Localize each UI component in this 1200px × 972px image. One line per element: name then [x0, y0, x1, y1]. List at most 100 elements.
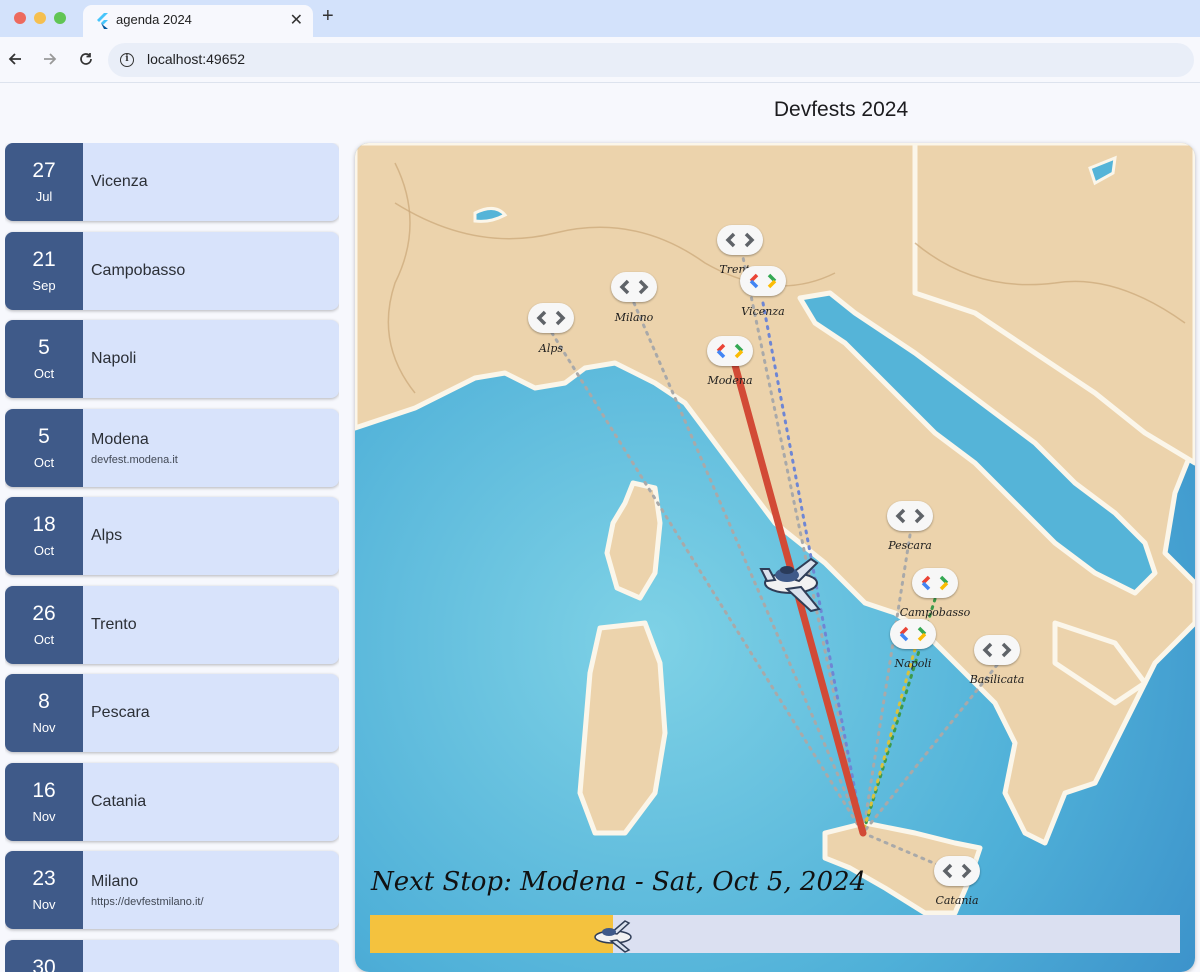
event-city: Napoli — [91, 350, 137, 367]
date-box: 30 — [5, 939, 83, 972]
event-city: Alps — [91, 527, 123, 544]
next-stop-caption: Next Stop: Modena - Sat, Oct 5, 2024 — [371, 867, 867, 897]
event-day: 26 — [32, 601, 56, 625]
browser-tab[interactable]: agenda 2024 ✕ — [83, 5, 313, 37]
event-card-milano[interactable]: 23 Nov Milano https://devfestmilano.it/ — [5, 851, 339, 929]
minimize-window-button[interactable] — [34, 12, 46, 24]
date-box: 5 Oct — [5, 408, 83, 487]
event-day: 21 — [32, 247, 56, 271]
browser-toolbar: i localhost:49652 — [0, 37, 1200, 83]
date-box: 26 Oct — [5, 585, 83, 664]
event-city: Trento — [91, 615, 137, 633]
event-city: Catania — [91, 792, 147, 810]
date-box: 27 Jul — [5, 143, 83, 221]
date-box: 18 Oct — [5, 497, 83, 575]
airplane-icon — [594, 920, 632, 953]
date-box: 21 Sep — [5, 231, 83, 310]
flutter-icon — [97, 13, 108, 29]
city-label-vicenza: Vicenza — [741, 305, 785, 318]
google-developers-icon — [716, 343, 744, 359]
city-label-pescara: Pescara — [888, 539, 932, 552]
reload-icon[interactable] — [75, 48, 97, 70]
site-info-icon[interactable]: i — [120, 53, 134, 67]
code-gray-icon — [895, 508, 925, 524]
trip-progress-bar — [370, 915, 1180, 953]
city-label-napoli: Napoli — [894, 657, 932, 670]
event-card-pescara[interactable]: 8 Nov Pescara — [5, 674, 339, 752]
event-city: Modena — [91, 430, 149, 448]
event-day: 5 — [38, 424, 50, 448]
event-month: Oct — [33, 366, 55, 381]
google-developers-icon — [899, 626, 927, 642]
event-month: Nov — [32, 897, 56, 912]
city-marker-vicenza[interactable] — [740, 266, 786, 296]
city-marker-milano[interactable] — [611, 272, 657, 302]
event-card-vicenza[interactable]: 27 Jul Vicenza — [5, 143, 339, 221]
code-gray-icon — [942, 863, 972, 879]
event-month: Oct — [33, 454, 55, 470]
city-marker-campobasso[interactable] — [912, 568, 958, 598]
city-marker-modena[interactable] — [707, 336, 753, 366]
event-card-trento[interactable]: 26 Oct Trento — [5, 585, 339, 664]
date-box: 23 Nov — [5, 851, 83, 929]
event-list[interactable]: 27 Jul Vicenza 21 Sep Campobasso 5 Oct N… — [5, 143, 339, 972]
city-label-milano: Milano — [614, 311, 654, 324]
page-title: Devfests 2024 — [773, 98, 909, 121]
city-marker-catania[interactable] — [934, 856, 980, 886]
city-marker-alps[interactable] — [528, 303, 574, 333]
event-day: 27 — [32, 159, 56, 182]
code-gray-icon — [619, 279, 649, 295]
city-label-campobasso: Campobasso — [899, 606, 971, 619]
event-month: Nov — [32, 720, 56, 735]
event-city: Campobasso — [91, 261, 186, 279]
event-day: 16 — [32, 778, 56, 802]
event-card-catania[interactable]: 16 Nov Catania — [5, 762, 339, 841]
event-month: Sep — [32, 277, 56, 293]
event-month: Oct — [33, 631, 55, 647]
event-card-napoli[interactable]: 5 Oct Napoli — [5, 320, 339, 398]
date-box: 5 Oct — [5, 320, 83, 398]
back-arrow-icon[interactable] — [4, 48, 26, 70]
city-marker-napoli[interactable] — [890, 619, 936, 649]
city-label-catania: Catania — [935, 894, 979, 907]
event-card-campobasso[interactable]: 21 Sep Campobasso — [5, 231, 339, 310]
code-gray-icon — [725, 232, 755, 248]
event-city: Vicenza — [91, 173, 148, 190]
event-day: 30 — [32, 955, 56, 972]
event-city: Pescara — [91, 704, 150, 721]
date-box: 16 Nov — [5, 762, 83, 841]
event-day: 5 — [38, 336, 50, 359]
google-developers-icon — [749, 273, 777, 289]
event-month: Nov — [32, 808, 56, 824]
date-box: 8 Nov — [5, 674, 83, 752]
event-card-alps[interactable]: 18 Oct Alps — [5, 497, 339, 575]
event-month: Oct — [33, 543, 55, 558]
event-day: 8 — [38, 690, 50, 713]
city-marker-basilicata[interactable] — [974, 635, 1020, 665]
google-developers-icon — [921, 575, 949, 591]
browser-tab-bar: agenda 2024 ✕ + — [0, 0, 1200, 37]
new-tab-button[interactable]: + — [322, 5, 334, 28]
trip-progress-fill — [370, 915, 613, 953]
event-month: Jul — [35, 189, 53, 204]
code-gray-icon — [536, 310, 566, 326]
city-label-basilicata: Basilicata — [969, 673, 1025, 686]
forward-arrow-icon[interactable] — [39, 48, 61, 70]
event-city: Milano — [91, 873, 139, 890]
event-day: 23 — [32, 867, 56, 890]
tab-close-icon[interactable]: ✕ — [290, 10, 303, 30]
map-panel[interactable]: Trento Vicenza Milano Alps Modena Pescar… — [355, 143, 1195, 972]
event-url-link[interactable]: devfest.modena.it — [91, 454, 178, 466]
city-marker-trento[interactable] — [717, 225, 763, 255]
close-window-button[interactable] — [14, 12, 26, 24]
zoom-window-button[interactable] — [54, 12, 66, 24]
event-url-link[interactable]: https://devfestmilano.it/ — [91, 896, 204, 908]
code-gray-icon — [982, 642, 1012, 658]
city-label-alps: Alps — [538, 342, 564, 355]
city-marker-pescara[interactable] — [887, 501, 933, 531]
event-card-partial[interactable]: 30 — [5, 939, 339, 972]
event-card-modena[interactable]: 5 Oct Modena devfest.modena.it — [5, 408, 339, 487]
address-bar[interactable]: i localhost:49652 — [108, 43, 1194, 77]
event-day: 18 — [32, 513, 56, 536]
url-text[interactable]: localhost:49652 — [147, 51, 245, 67]
